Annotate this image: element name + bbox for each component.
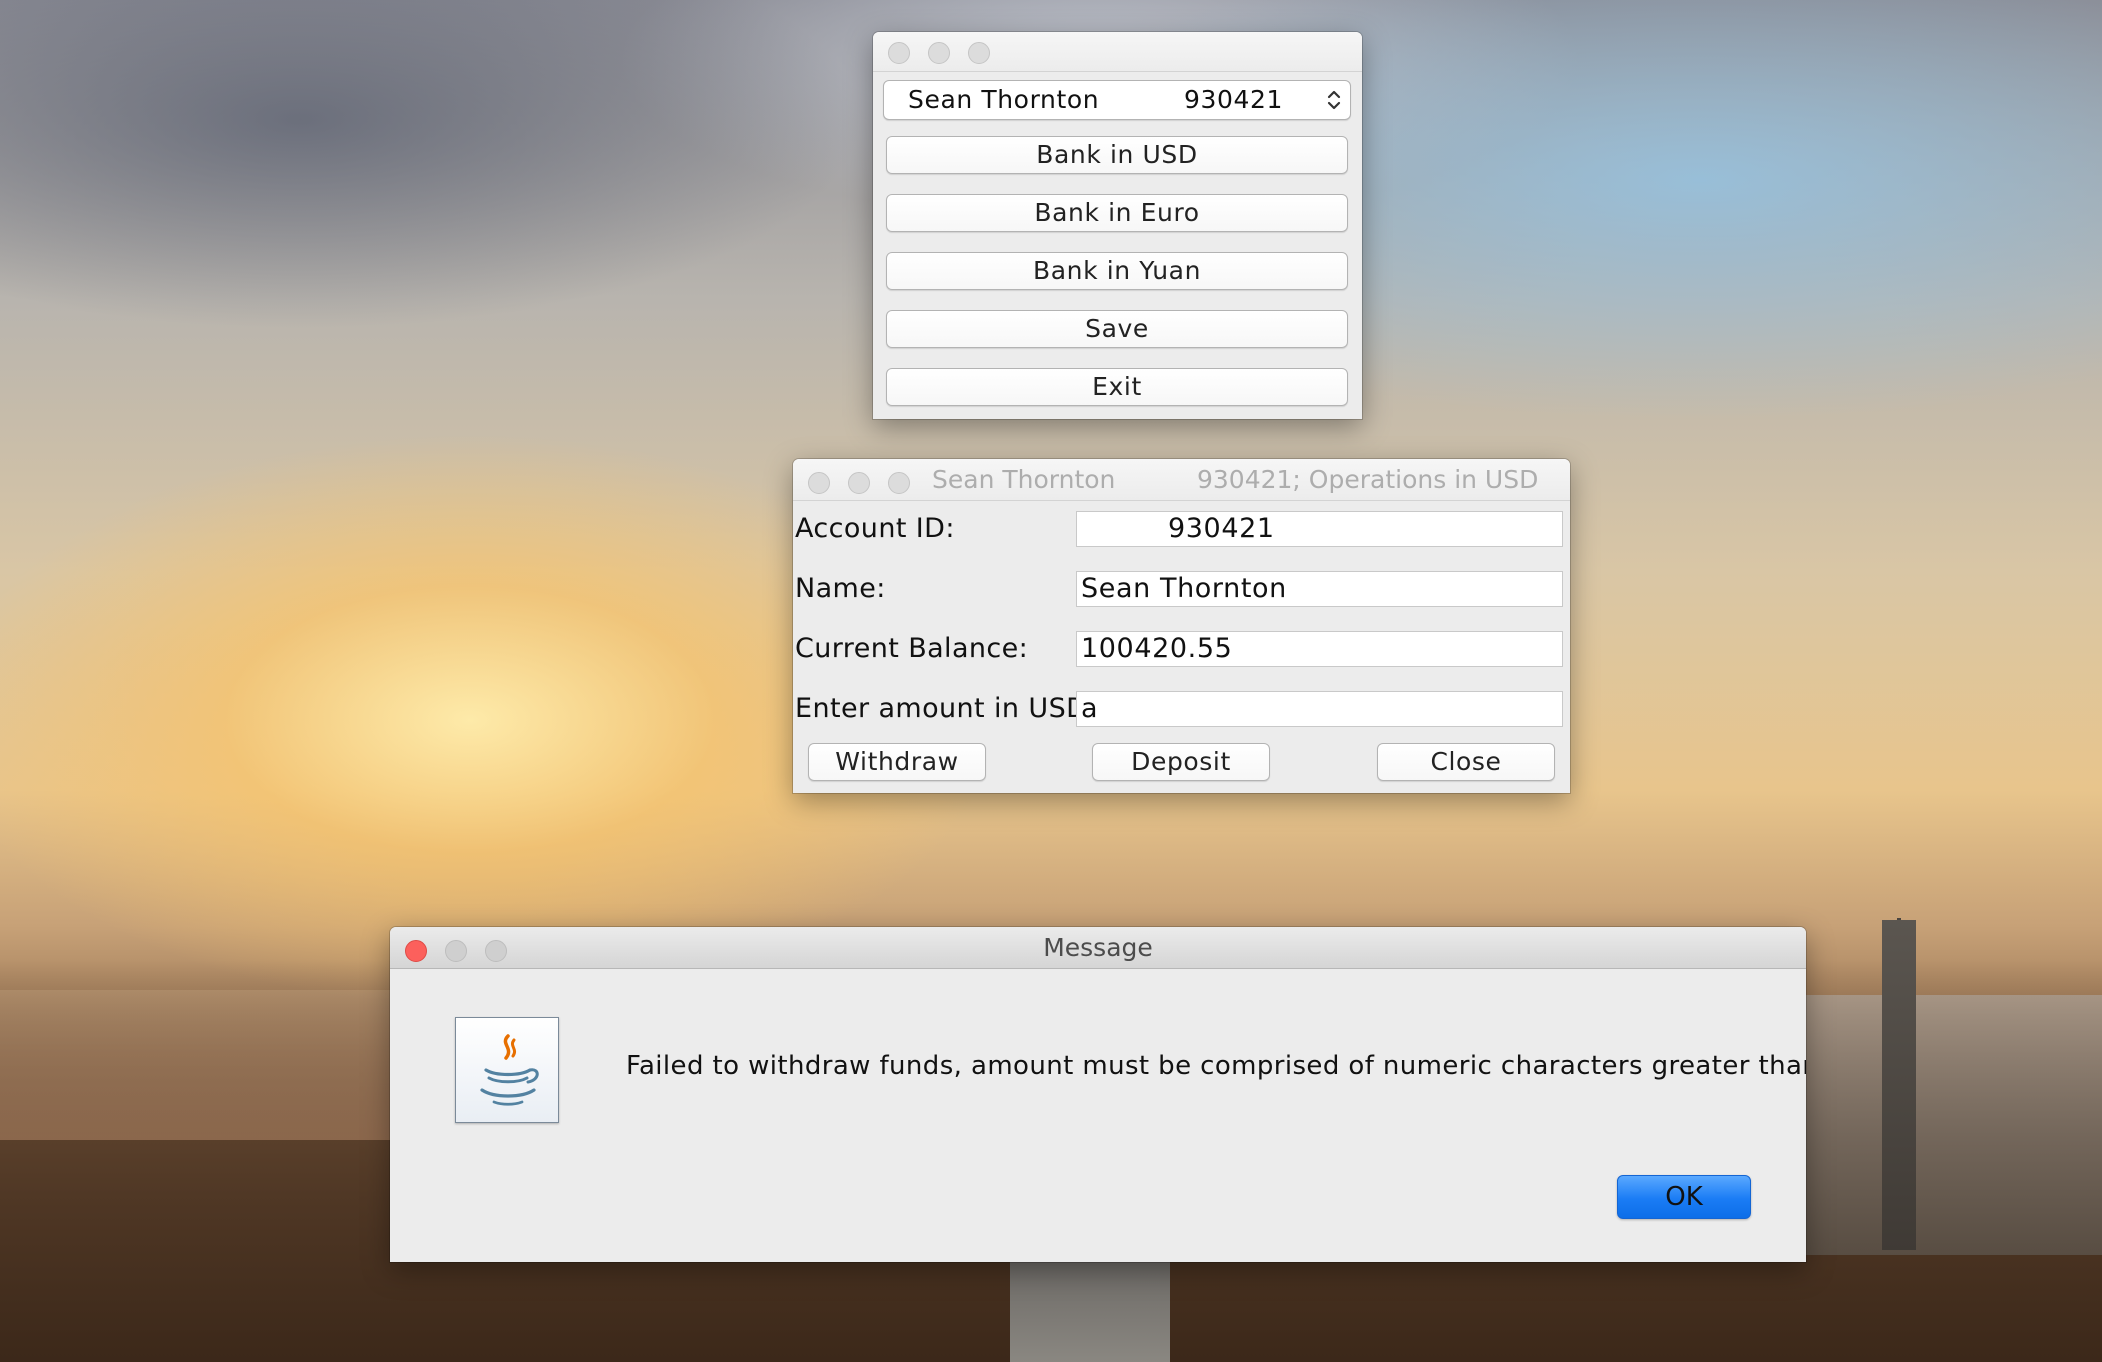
observation-tower [1882, 920, 1916, 1250]
current-balance-label: Current Balance: [795, 633, 1029, 664]
name-label: Name: [795, 573, 886, 604]
message-dialog: Message Failed to withdraw funds, amount… [390, 927, 1806, 1262]
amount-input[interactable]: a [1076, 691, 1563, 727]
withdraw-button[interactable]: Withdraw [808, 743, 986, 781]
close-button[interactable]: Close [1377, 743, 1555, 781]
account-select[interactable]: Sean Thornton 930421 [883, 80, 1351, 120]
message-dialog-titlebar: Message [390, 927, 1806, 969]
deposit-button[interactable]: Deposit [1092, 743, 1270, 781]
zoom-window-button[interactable] [888, 472, 910, 494]
zoom-window-button[interactable] [968, 42, 990, 64]
message-dialog-title: Message [1043, 933, 1153, 962]
operations-window-title-ops: 930421; Operations in USD [1197, 465, 1539, 494]
account-select-id: 930421 [1184, 85, 1284, 114]
account-id-field[interactable]: 930421 [1076, 511, 1563, 547]
updown-chevron-icon [1324, 87, 1344, 113]
message-text: Failed to withdraw funds, amount must be… [626, 1051, 1806, 1081]
ok-button[interactable]: OK [1617, 1175, 1751, 1219]
minimize-window-button[interactable] [928, 42, 950, 64]
city-skyline-left [0, 990, 400, 1140]
exit-button[interactable]: Exit [886, 368, 1348, 406]
close-window-button[interactable] [888, 42, 910, 64]
operations-window-title-name: Sean Thornton [932, 465, 1116, 494]
name-field[interactable]: Sean Thornton [1076, 571, 1563, 607]
save-button[interactable]: Save [886, 310, 1348, 348]
current-balance-field[interactable]: 100420.55 [1076, 631, 1563, 667]
ok-button-label: OK [1665, 1182, 1703, 1212]
account-select-name: Sean Thornton [908, 85, 1100, 114]
amount-label: Enter amount in USD: [795, 693, 1097, 724]
java-icon [455, 1017, 559, 1123]
city-skyline-right [1800, 995, 2102, 1255]
account-id-label: Account ID: [795, 513, 955, 544]
bank-in-yuan-button[interactable]: Bank in Yuan [886, 252, 1348, 290]
minimize-window-button[interactable] [848, 472, 870, 494]
main-bank-window: Sean Thornton 930421 Bank in USD Bank in… [873, 32, 1362, 419]
operations-window-titlebar: Sean Thornton 930421; Operations in USD [793, 459, 1570, 501]
highway [1010, 1262, 1170, 1362]
bank-in-usd-button[interactable]: Bank in USD [886, 136, 1348, 174]
main-window-titlebar [873, 32, 1362, 72]
operations-window: Sean Thornton 930421; Operations in USD … [793, 459, 1570, 793]
bank-in-euro-button[interactable]: Bank in Euro [886, 194, 1348, 232]
close-window-button[interactable] [808, 472, 830, 494]
